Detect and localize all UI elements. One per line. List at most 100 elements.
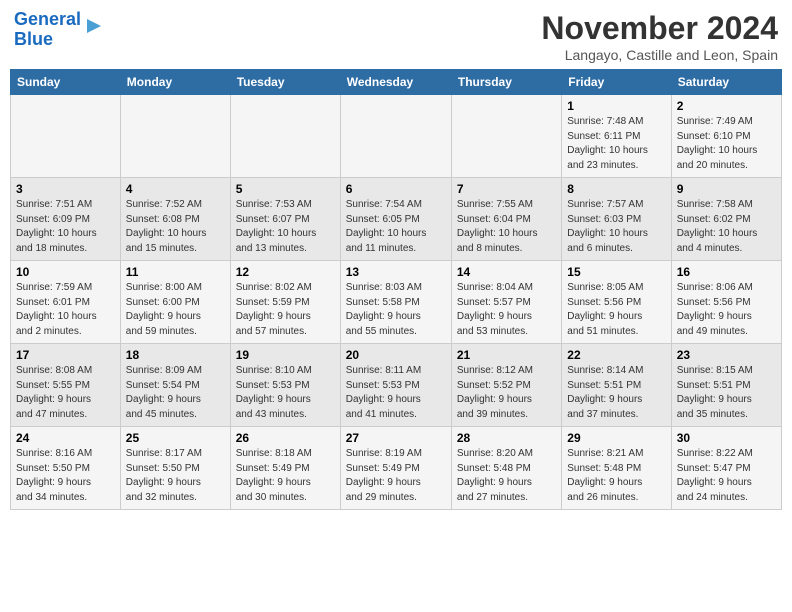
calendar-table: Sunday Monday Tuesday Wednesday Thursday… bbox=[10, 69, 782, 510]
calendar-cell: 29Sunrise: 8:21 AMSunset: 5:48 PMDayligh… bbox=[562, 427, 671, 510]
day-info: Sunrise: 7:48 AMSunset: 6:11 PMDaylight:… bbox=[567, 115, 665, 173]
header-row: Sunday Monday Tuesday Wednesday Thursday… bbox=[11, 70, 782, 95]
day-number: 9 bbox=[677, 182, 776, 196]
day-info: Sunrise: 8:20 AMSunset: 5:48 PMDaylight:… bbox=[457, 447, 556, 505]
day-info: Sunrise: 7:52 AMSunset: 6:08 PMDaylight:… bbox=[126, 198, 225, 256]
day-info: Sunrise: 8:08 AMSunset: 5:55 PMDaylight:… bbox=[16, 364, 115, 422]
header-tuesday: Tuesday bbox=[230, 70, 340, 95]
calendar-cell: 19 Sunrise: 8:10 AMSunset: 5:53 PMDayligh… bbox=[230, 344, 340, 427]
calendar-cell bbox=[340, 95, 451, 178]
day-info: Sunrise: 8:02 AMSunset: 5:59 PMDaylight:… bbox=[236, 281, 335, 339]
calendar-cell: 9 Sunrise: 7:58 AMSunset: 6:02 PMDaylight… bbox=[671, 178, 781, 261]
day-info: Sunrise: 8:11 AMSunset: 5:53 PMDaylight:… bbox=[346, 364, 446, 422]
day-info: Sunrise: 8:16 AMSunset: 5:50 PMDaylight:… bbox=[16, 447, 115, 505]
day-info: Sunrise: 8:19 AMSunset: 5:49 PMDaylight:… bbox=[346, 447, 446, 505]
day-info: Sunrise: 8:18 AMSunset: 5:49 PMDaylight:… bbox=[236, 447, 335, 505]
day-info: Sunrise: 8:12 AMSunset: 5:52 PMDaylight:… bbox=[457, 364, 556, 422]
day-number: 19 bbox=[236, 348, 335, 362]
calendar-cell: 22Sunrise: 8:14 AMSunset: 5:51 PMDayligh… bbox=[562, 344, 671, 427]
calendar-cell: 6 Sunrise: 7:54 AMSunset: 6:05 PMDaylight… bbox=[340, 178, 451, 261]
day-number: 25 bbox=[126, 431, 225, 445]
day-info: Sunrise: 8:10 AMSunset: 5:53 PMDaylight:… bbox=[236, 364, 335, 422]
day-info: Sunrise: 7:49 AMSunset: 6:10 PMDaylight:… bbox=[677, 115, 776, 173]
day-number: 2 bbox=[677, 99, 776, 113]
week-row-1: 1 Sunrise: 7:48 AMSunset: 6:11 PMDaylight… bbox=[11, 95, 782, 178]
location: Langayo, Castille and Leon, Spain bbox=[541, 47, 778, 63]
page-header: General Blue November 2024 Langayo, Cast… bbox=[10, 10, 782, 63]
calendar-cell: 21 Sunrise: 8:12 AMSunset: 5:52 PMDayligh… bbox=[451, 344, 561, 427]
day-number: 8 bbox=[567, 182, 665, 196]
calendar-cell: 26 Sunrise: 8:18 AMSunset: 5:49 PMDayligh… bbox=[230, 427, 340, 510]
calendar-cell: 2 Sunrise: 7:49 AMSunset: 6:10 PMDaylight… bbox=[671, 95, 781, 178]
calendar-cell: 28Sunrise: 8:20 AMSunset: 5:48 PMDayligh… bbox=[451, 427, 561, 510]
calendar-cell: 3 Sunrise: 7:51 AMSunset: 6:09 PMDaylight… bbox=[11, 178, 121, 261]
calendar-cell: 13Sunrise: 8:03 AMSunset: 5:58 PMDayligh… bbox=[340, 261, 451, 344]
calendar-cell: 7 Sunrise: 7:55 AMSunset: 6:04 PMDaylight… bbox=[451, 178, 561, 261]
day-number: 6 bbox=[346, 182, 446, 196]
logo: General Blue bbox=[14, 10, 105, 50]
day-number: 23 bbox=[677, 348, 776, 362]
calendar-cell: 16 Sunrise: 8:06 AMSunset: 5:56 PMDayligh… bbox=[671, 261, 781, 344]
calendar-header: Sunday Monday Tuesday Wednesday Thursday… bbox=[11, 70, 782, 95]
calendar-cell: 10 Sunrise: 7:59 AMSunset: 6:01 PMDayligh… bbox=[11, 261, 121, 344]
header-monday: Monday bbox=[120, 70, 230, 95]
day-number: 16 bbox=[677, 265, 776, 279]
day-number: 5 bbox=[236, 182, 335, 196]
calendar-cell: 27 Sunrise: 8:19 AMSunset: 5:49 PMDayligh… bbox=[340, 427, 451, 510]
day-info: Sunrise: 7:55 AMSunset: 6:04 PMDaylight:… bbox=[457, 198, 556, 256]
logo-general: General bbox=[14, 9, 81, 29]
calendar-cell: 20 Sunrise: 8:11 AMSunset: 5:53 PMDayligh… bbox=[340, 344, 451, 427]
calendar-cell: 24Sunrise: 8:16 AMSunset: 5:50 PMDayligh… bbox=[11, 427, 121, 510]
day-number: 20 bbox=[346, 348, 446, 362]
calendar-cell: 8Sunrise: 7:57 AMSunset: 6:03 PMDaylight… bbox=[562, 178, 671, 261]
logo-arrow-icon bbox=[83, 15, 105, 37]
week-row-3: 10 Sunrise: 7:59 AMSunset: 6:01 PMDayligh… bbox=[11, 261, 782, 344]
header-thursday: Thursday bbox=[451, 70, 561, 95]
day-info: Sunrise: 8:15 AMSunset: 5:51 PMDaylight:… bbox=[677, 364, 776, 422]
day-number: 10 bbox=[16, 265, 115, 279]
calendar-cell: 25Sunrise: 8:17 AMSunset: 5:50 PMDayligh… bbox=[120, 427, 230, 510]
day-number: 7 bbox=[457, 182, 556, 196]
day-number: 21 bbox=[457, 348, 556, 362]
calendar-cell: 4 Sunrise: 7:52 AMSunset: 6:08 PMDaylight… bbox=[120, 178, 230, 261]
day-number: 18 bbox=[126, 348, 225, 362]
day-info: Sunrise: 8:05 AMSunset: 5:56 PMDaylight:… bbox=[567, 281, 665, 339]
header-wednesday: Wednesday bbox=[340, 70, 451, 95]
day-info: Sunrise: 7:59 AMSunset: 6:01 PMDaylight:… bbox=[16, 281, 115, 339]
day-number: 4 bbox=[126, 182, 225, 196]
calendar-cell: 17 Sunrise: 8:08 AMSunset: 5:55 PMDayligh… bbox=[11, 344, 121, 427]
day-number: 3 bbox=[16, 182, 115, 196]
day-info: Sunrise: 8:04 AMSunset: 5:57 PMDaylight:… bbox=[457, 281, 556, 339]
header-friday: Friday bbox=[562, 70, 671, 95]
day-info: Sunrise: 7:54 AMSunset: 6:05 PMDaylight:… bbox=[346, 198, 446, 256]
day-number: 11 bbox=[126, 265, 225, 279]
calendar-cell: 11 Sunrise: 8:00 AMSunset: 6:00 PMDayligh… bbox=[120, 261, 230, 344]
calendar-body: 1 Sunrise: 7:48 AMSunset: 6:11 PMDaylight… bbox=[11, 95, 782, 510]
header-saturday: Saturday bbox=[671, 70, 781, 95]
day-info: Sunrise: 8:00 AMSunset: 6:00 PMDaylight:… bbox=[126, 281, 225, 339]
day-info: Sunrise: 8:22 AMSunset: 5:47 PMDaylight:… bbox=[677, 447, 776, 505]
day-info: Sunrise: 7:53 AMSunset: 6:07 PMDaylight:… bbox=[236, 198, 335, 256]
calendar-cell: 12 Sunrise: 8:02 AMSunset: 5:59 PMDayligh… bbox=[230, 261, 340, 344]
calendar-cell: 30Sunrise: 8:22 AMSunset: 5:47 PMDayligh… bbox=[671, 427, 781, 510]
logo-text: General Blue bbox=[14, 10, 81, 50]
title-block: November 2024 Langayo, Castille and Leon… bbox=[541, 10, 778, 63]
day-number: 27 bbox=[346, 431, 446, 445]
logo-blue: Blue bbox=[14, 29, 53, 49]
day-info: Sunrise: 8:06 AMSunset: 5:56 PMDaylight:… bbox=[677, 281, 776, 339]
day-number: 26 bbox=[236, 431, 335, 445]
calendar-cell: 14Sunrise: 8:04 AMSunset: 5:57 PMDayligh… bbox=[451, 261, 561, 344]
day-number: 1 bbox=[567, 99, 665, 113]
calendar-cell bbox=[451, 95, 561, 178]
day-info: Sunrise: 7:58 AMSunset: 6:02 PMDaylight:… bbox=[677, 198, 776, 256]
calendar-cell: 23 Sunrise: 8:15 AMSunset: 5:51 PMDayligh… bbox=[671, 344, 781, 427]
day-number: 12 bbox=[236, 265, 335, 279]
day-number: 17 bbox=[16, 348, 115, 362]
header-sunday: Sunday bbox=[11, 70, 121, 95]
month-title: November 2024 bbox=[541, 10, 778, 47]
day-info: Sunrise: 8:03 AMSunset: 5:58 PMDaylight:… bbox=[346, 281, 446, 339]
day-info: Sunrise: 7:51 AMSunset: 6:09 PMDaylight:… bbox=[16, 198, 115, 256]
week-row-4: 17 Sunrise: 8:08 AMSunset: 5:55 PMDayligh… bbox=[11, 344, 782, 427]
day-info: Sunrise: 8:21 AMSunset: 5:48 PMDaylight:… bbox=[567, 447, 665, 505]
calendar-cell: 15Sunrise: 8:05 AMSunset: 5:56 PMDayligh… bbox=[562, 261, 671, 344]
